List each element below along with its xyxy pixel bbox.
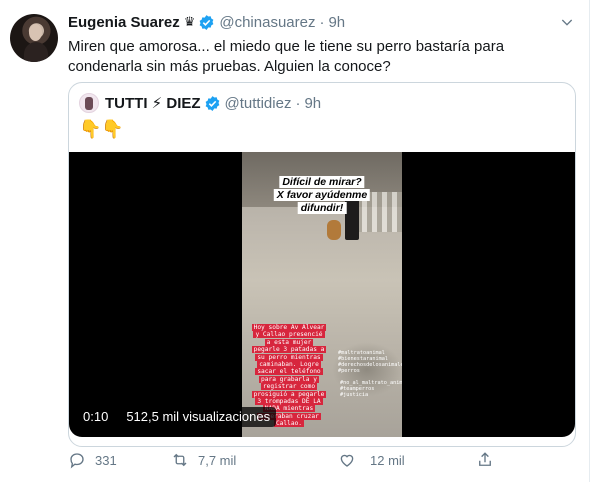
quoted-time: 9h [304, 94, 322, 112]
video-views: 512,5 mil visualizaciones [120, 407, 277, 427]
quoted-header: TUTTI ⚡ DIEZ @tuttidiez · 9h [79, 93, 321, 113]
reply-button[interactable]: 331 [68, 450, 117, 470]
author-name[interactable]: Eugenia Suarez [68, 14, 180, 31]
quoted-author-name: TUTTI ⚡ DIEZ [105, 95, 201, 112]
quoted-avatar [79, 93, 99, 113]
tweet-text: Miren que amorosa... el miedo que le tie… [68, 38, 505, 75]
author-avatar[interactable] [10, 14, 58, 62]
like-count: 12 mil [370, 452, 405, 468]
quoted-handle: @tuttidiez [224, 94, 292, 112]
quoted-tweet[interactable]: TUTTI ⚡ DIEZ @tuttidiez · 9h 👇👇 Difícil … [68, 82, 576, 447]
quoted-separator: · [295, 94, 301, 112]
tweet-card[interactable]: Eugenia Suarez ♛ @chinasuarez · 9h Miren… [0, 0, 590, 482]
retweet-icon [173, 453, 187, 467]
video-hashtags: #maltratoanimal #bienestaranimal #derech… [338, 350, 402, 374]
reply-count: 331 [95, 452, 117, 468]
share-button[interactable] [476, 450, 494, 470]
action-bar: 331 7,7 mil 12 mil [68, 450, 508, 470]
verified-icon [199, 14, 214, 30]
video-duration: 0:10 [77, 407, 115, 427]
dog-figure [327, 220, 341, 240]
avatar-body [24, 42, 48, 62]
like-icon [340, 454, 354, 467]
video-frame: Difícil de mirar? X favor ayúdenme difun… [242, 152, 402, 437]
retweet-button[interactable]: 7,7 mil [171, 450, 236, 470]
quoted-text: 👇👇 [79, 119, 124, 139]
tweet-header: Eugenia Suarez ♛ @chinasuarez · 9h [68, 12, 345, 32]
video-player[interactable]: Difícil de mirar? X favor ayúdenme difun… [69, 152, 575, 437]
overlay-line-3: difundir! [297, 198, 347, 216]
video-info-bar: 0:10 512,5 mil visualizaciones [77, 407, 277, 427]
caret-down-icon[interactable] [559, 14, 575, 30]
author-handle[interactable]: @chinasuarez [219, 14, 315, 31]
retweet-count: 7,7 mil [198, 452, 237, 468]
reply-icon [70, 453, 84, 469]
video-hashtags-2: #no_al_maltrato_animal #teamperros #just… [340, 380, 402, 398]
share-icon [479, 452, 491, 466]
like-button[interactable]: 12 mil [338, 450, 405, 470]
crown-icon: ♛ [183, 14, 196, 29]
tweet-time[interactable]: 9h [328, 14, 345, 31]
avatar-face [29, 24, 42, 41]
verified-icon [205, 95, 219, 111]
header-separator: · [319, 13, 325, 31]
